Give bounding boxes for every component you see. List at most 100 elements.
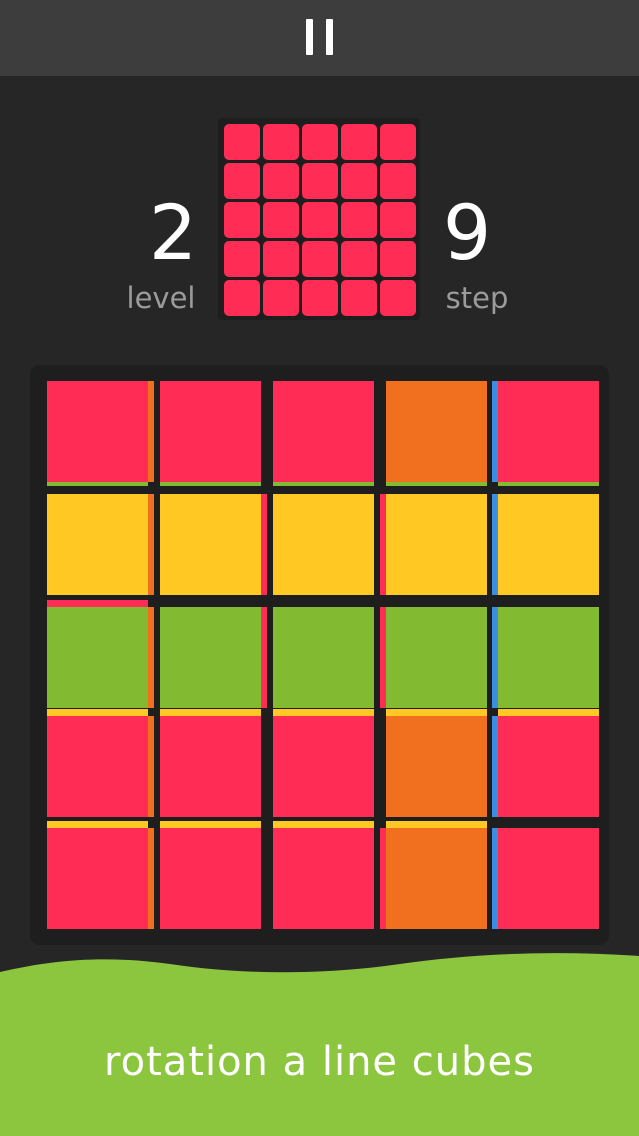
cube-side-top (160, 821, 261, 828)
level-label: level (126, 281, 196, 315)
cube-face (47, 716, 148, 817)
top-bar (0, 0, 639, 76)
cube-tile[interactable] (492, 607, 599, 708)
step-label: step (445, 281, 509, 315)
target-cell (380, 124, 416, 160)
cube-tile[interactable] (492, 828, 599, 929)
target-cell (224, 241, 260, 277)
cube-tile[interactable] (492, 709, 599, 817)
cube-face (386, 828, 487, 929)
cube-face (498, 381, 599, 482)
cube-side-bottom (498, 482, 599, 486)
cube-tile[interactable] (273, 381, 374, 486)
cube-tile[interactable] (386, 709, 487, 817)
target-cell (302, 280, 338, 316)
target-cell (341, 202, 377, 238)
target-cell (341, 241, 377, 277)
target-cell (380, 202, 416, 238)
cube-tile[interactable] (47, 494, 154, 595)
cube-tile[interactable] (160, 494, 267, 595)
cube-side-right (148, 494, 154, 595)
cube-side-right (261, 494, 267, 595)
cube-tile[interactable] (160, 709, 261, 817)
level-value: 2 (148, 188, 198, 277)
target-cell (341, 124, 377, 160)
cube-face (273, 828, 374, 929)
cube-tile[interactable] (492, 381, 599, 486)
cube-tile[interactable] (273, 821, 374, 929)
cube-face (160, 494, 261, 595)
target-cell (302, 202, 338, 238)
cube-side-top (386, 821, 487, 828)
cube-side-top (47, 709, 148, 716)
target-cell (380, 163, 416, 199)
cube-tile[interactable] (47, 600, 154, 708)
cube-face (273, 381, 374, 482)
cube-face (386, 494, 487, 595)
target-cell (380, 241, 416, 277)
cube-face (386, 381, 487, 482)
cube-side-bottom (386, 482, 487, 486)
cube-board (30, 365, 609, 945)
cube-tile[interactable] (160, 821, 261, 929)
target-cell (224, 124, 260, 160)
cube-face (160, 716, 261, 817)
cube-side-right (148, 716, 154, 817)
cube-tile[interactable] (380, 821, 487, 929)
target-cell (263, 241, 299, 277)
cube-tile[interactable] (47, 821, 154, 929)
cube-tile[interactable] (273, 607, 374, 708)
target-cell (302, 241, 338, 277)
cube-face (498, 494, 599, 595)
cube-face (160, 828, 261, 929)
cube-face (273, 607, 374, 708)
cube-face (47, 607, 148, 708)
cube-side-right (261, 607, 267, 708)
cube-tile[interactable] (386, 381, 487, 486)
step-value: 9 (442, 188, 492, 277)
target-cell (341, 280, 377, 316)
cube-side-right (148, 607, 154, 708)
cube-tile[interactable] (492, 494, 599, 595)
cube-face (273, 716, 374, 817)
pause-icon (306, 19, 313, 55)
cube-tile[interactable] (380, 607, 487, 708)
cube-face (498, 828, 599, 929)
cube-side-top (47, 600, 148, 607)
cube-tile[interactable] (273, 494, 374, 595)
target-cell (263, 163, 299, 199)
cube-side-right (148, 381, 154, 482)
cube-tile[interactable] (47, 709, 154, 817)
cube-side-bottom (47, 482, 148, 486)
cube-face (47, 828, 148, 929)
target-cell (263, 124, 299, 160)
pause-icon-bar (326, 19, 333, 55)
target-cell (302, 124, 338, 160)
target-cell (263, 202, 299, 238)
cube-tile[interactable] (273, 709, 374, 817)
target-cell (224, 163, 260, 199)
target-cell (263, 280, 299, 316)
cube-face (498, 716, 599, 817)
cube-face (160, 381, 261, 482)
cube-face (386, 607, 487, 708)
cube-side-right (148, 828, 154, 929)
cube-face (273, 494, 374, 595)
cube-tile[interactable] (160, 607, 267, 708)
cube-face (160, 607, 261, 708)
cube-side-top (273, 709, 374, 716)
cube-tile[interactable] (380, 494, 487, 595)
cube-face (47, 381, 148, 482)
cube-tile[interactable] (47, 381, 154, 486)
cube-side-top (273, 821, 374, 828)
cube-face (386, 716, 487, 817)
cube-side-top (498, 709, 599, 716)
cube-face (498, 607, 599, 708)
cube-side-bottom (273, 482, 374, 486)
cube-face (47, 494, 148, 595)
target-cell (341, 163, 377, 199)
pause-button[interactable] (294, 10, 346, 62)
cube-side-top (160, 709, 261, 716)
cube-tile[interactable] (160, 381, 261, 486)
target-cell (224, 202, 260, 238)
